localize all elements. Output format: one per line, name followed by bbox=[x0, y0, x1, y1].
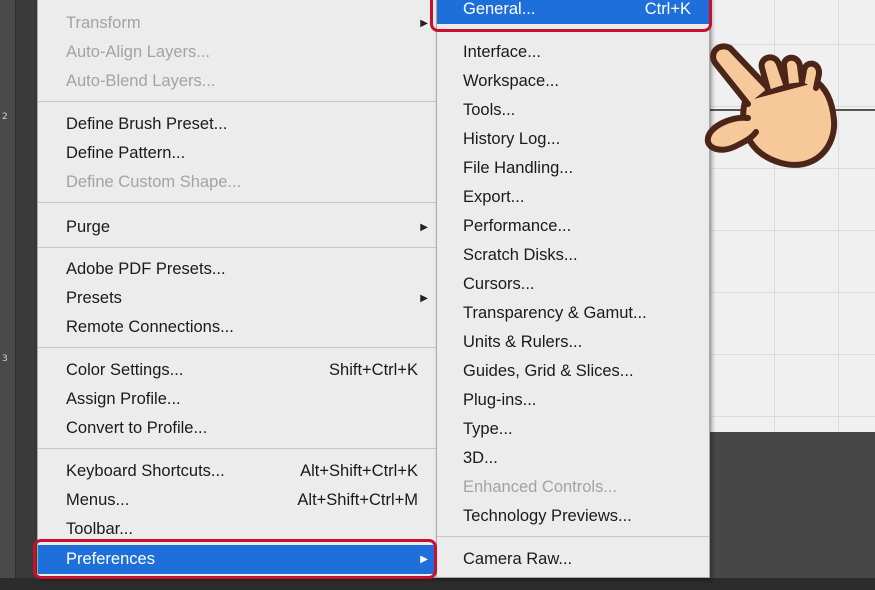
submenu-item-tools[interactable]: Tools... bbox=[437, 96, 709, 125]
menu-item-label: Workspace... bbox=[463, 72, 559, 90]
menu-item-keyboard-shortcuts[interactable]: Keyboard Shortcuts... Alt+Shift+Ctrl+K bbox=[38, 457, 436, 486]
shortcut-text: Ctrl+K bbox=[644, 0, 691, 18]
menu-item-label: Convert to Profile... bbox=[66, 419, 208, 437]
menu-item-label: Type... bbox=[463, 420, 513, 438]
menu-item-label: Enhanced Controls... bbox=[463, 478, 618, 496]
menu-item-label: Technology Previews... bbox=[463, 507, 632, 525]
menu-item-transform: Transform ▶ bbox=[38, 9, 436, 38]
submenu-item-transparency-gamut[interactable]: Transparency & Gamut... bbox=[437, 299, 709, 328]
menu-separator bbox=[38, 347, 436, 348]
menu-item-label: Cursors... bbox=[463, 275, 535, 293]
menu-item-define-pattern[interactable]: Define Pattern... bbox=[38, 139, 436, 168]
submenu-item-history-log[interactable]: History Log... bbox=[437, 125, 709, 154]
menu-item-label: Define Brush Preset... bbox=[66, 115, 228, 133]
submenu-item-type[interactable]: Type... bbox=[437, 415, 709, 444]
menu-item-label: Assign Profile... bbox=[66, 390, 181, 408]
submenu-item-cursors[interactable]: Cursors... bbox=[437, 270, 709, 299]
menu-item-preferences[interactable]: Preferences ▶ bbox=[38, 545, 436, 574]
menu-item-toolbar[interactable]: Toolbar... bbox=[38, 515, 436, 544]
menu-item-label: Scratch Disks... bbox=[463, 246, 578, 264]
menu-item-label: Auto-Align Layers... bbox=[66, 43, 210, 61]
shortcut-text: Alt+Shift+Ctrl+M bbox=[297, 491, 418, 509]
menu-item-label: Plug-ins... bbox=[463, 391, 537, 409]
submenu-item-general[interactable]: General... Ctrl+K bbox=[437, 0, 709, 24]
menu-item-label: Toolbar... bbox=[66, 520, 133, 538]
menu-item-label: Adobe PDF Presets... bbox=[66, 260, 226, 278]
menu-separator bbox=[437, 536, 709, 537]
submenu-item-units-rulers[interactable]: Units & Rulers... bbox=[437, 328, 709, 357]
menu-separator bbox=[38, 202, 436, 203]
submenu-item-technology-previews[interactable]: Technology Previews... bbox=[437, 502, 709, 531]
menu-item-label: Performance... bbox=[463, 217, 572, 235]
menu-item-label: Guides, Grid & Slices... bbox=[463, 362, 634, 380]
edit-menu: Transform ▶ Auto-Align Layers... Auto-Bl… bbox=[37, 0, 437, 578]
submenu-item-enhanced-controls: Enhanced Controls... bbox=[437, 473, 709, 502]
menu-item-label: File Handling... bbox=[463, 159, 574, 177]
menu-item-convert-to-profile[interactable]: Convert to Profile... bbox=[38, 414, 436, 443]
menu-item-label: Tools... bbox=[463, 101, 516, 119]
menu-item-label: Menus... bbox=[66, 491, 130, 509]
menu-separator bbox=[38, 448, 436, 449]
menu-item-define-brush-preset[interactable]: Define Brush Preset... bbox=[38, 110, 436, 139]
shortcut-text: Shift+Ctrl+K bbox=[329, 361, 418, 379]
menu-item-label: Transparency & Gamut... bbox=[463, 304, 647, 322]
shortcut-text: Alt+Shift+Ctrl+K bbox=[300, 462, 418, 480]
pointing-hand-icon bbox=[704, 43, 838, 168]
menu-item-presets[interactable]: Presets ▶ bbox=[38, 284, 436, 313]
menu-separator bbox=[38, 247, 436, 248]
submenu-item-plug-ins[interactable]: Plug-ins... bbox=[437, 386, 709, 415]
submenu-item-export[interactable]: Export... bbox=[437, 183, 709, 212]
menu-item-label: Auto-Blend Layers... bbox=[66, 72, 216, 90]
menu-item-label: Presets bbox=[66, 289, 122, 307]
menu-item-auto-blend-layers: Auto-Blend Layers... bbox=[38, 67, 436, 96]
status-bar bbox=[0, 578, 875, 590]
submenu-arrow-icon: ▶ bbox=[420, 18, 428, 29]
menu-item-label: Preferences bbox=[66, 550, 155, 568]
menu-item-color-settings[interactable]: Color Settings... Shift+Ctrl+K bbox=[38, 356, 436, 385]
menu-item-label: Purge bbox=[66, 218, 111, 236]
menu-item-auto-align-layers: Auto-Align Layers... bbox=[38, 38, 436, 67]
menu-item-define-custom-shape: Define Custom Shape... bbox=[38, 168, 436, 197]
menu-item-label: Remote Connections... bbox=[66, 318, 234, 336]
submenu-item-workspace[interactable]: Workspace... bbox=[437, 67, 709, 96]
menu-item-label: Camera Raw... bbox=[463, 550, 573, 568]
menu-item-label: Interface... bbox=[463, 43, 541, 61]
menu-item-remote-connections[interactable]: Remote Connections... bbox=[38, 313, 436, 342]
menu-item-label: History Log... bbox=[463, 130, 561, 148]
submenu-item-3d[interactable]: 3D... bbox=[437, 444, 709, 473]
menu-item-purge[interactable]: Purge ▶ bbox=[38, 213, 436, 242]
menu-item-label: Keyboard Shortcuts... bbox=[66, 462, 225, 480]
menu-separator bbox=[38, 101, 436, 102]
submenu-item-performance[interactable]: Performance... bbox=[437, 212, 709, 241]
menu-item-label: Units & Rulers... bbox=[463, 333, 583, 351]
submenu-item-scratch-disks[interactable]: Scratch Disks... bbox=[437, 241, 709, 270]
menu-item-label: General... bbox=[463, 0, 536, 18]
submenu-item-file-handling[interactable]: File Handling... bbox=[437, 154, 709, 183]
vertical-ruler: 2 3 bbox=[0, 0, 16, 590]
menu-item-label: Export... bbox=[463, 188, 525, 206]
menu-item-label: 3D... bbox=[463, 449, 498, 467]
submenu-item-camera-raw[interactable]: Camera Raw... bbox=[437, 545, 709, 574]
submenu-item-guides-grid-slices[interactable]: Guides, Grid & Slices... bbox=[437, 357, 709, 386]
submenu-arrow-icon: ▶ bbox=[420, 293, 428, 304]
submenu-arrow-icon: ▶ bbox=[420, 222, 428, 233]
menu-item-label: Transform bbox=[66, 14, 141, 32]
ruler-tick: 3 bbox=[2, 354, 8, 364]
menu-item-label: Color Settings... bbox=[66, 361, 184, 379]
submenu-item-interface[interactable]: Interface... bbox=[437, 38, 709, 67]
preferences-submenu: General... Ctrl+K Interface... Workspace… bbox=[436, 0, 710, 578]
menu-item-assign-profile[interactable]: Assign Profile... bbox=[38, 385, 436, 414]
menu-item-menus[interactable]: Menus... Alt+Shift+Ctrl+M bbox=[38, 486, 436, 515]
menu-item-adobe-pdf-presets[interactable]: Adobe PDF Presets... bbox=[38, 255, 436, 284]
menu-item-label: Define Custom Shape... bbox=[66, 173, 242, 191]
submenu-arrow-icon: ▶ bbox=[420, 554, 428, 565]
workspace-pasteboard bbox=[700, 432, 875, 590]
menu-item-label: Define Pattern... bbox=[66, 144, 186, 162]
ruler-tick: 2 bbox=[2, 112, 8, 122]
